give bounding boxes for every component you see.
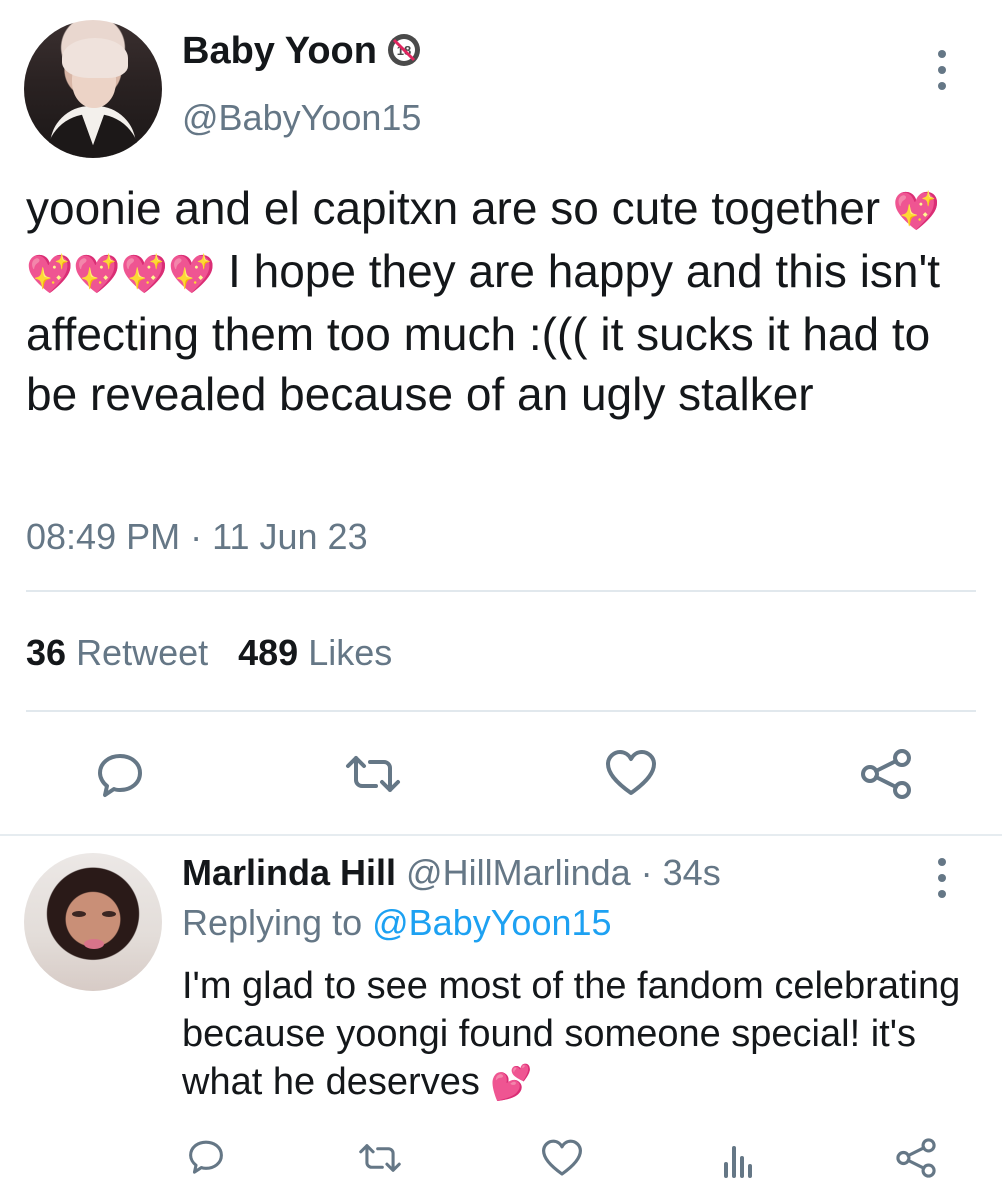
main-tweet-text: yoonie and el capitxn are so cute togeth… bbox=[26, 178, 986, 424]
reply-text-body: I'm glad to see most of the fandom celeb… bbox=[182, 965, 961, 1103]
replying-to-line: Replying to @BabyYoon15 bbox=[182, 902, 612, 944]
likes-stat[interactable]: 489 Likes bbox=[238, 632, 392, 673]
two-hearts-emoji-icon: 💕 bbox=[490, 1063, 533, 1103]
retweet-icon[interactable] bbox=[356, 1138, 404, 1178]
divider bbox=[26, 590, 976, 592]
like-icon[interactable] bbox=[540, 1138, 584, 1178]
retweet-count: 36 bbox=[26, 632, 67, 673]
more-options-icon[interactable] bbox=[930, 44, 954, 104]
reply-author-handle[interactable]: @HillMarlinda bbox=[406, 852, 631, 893]
tweet-time: 08:49 PM bbox=[26, 516, 181, 557]
reply-icon[interactable] bbox=[94, 748, 146, 800]
tweet-stats: 36 Retweet 489 Likes bbox=[26, 632, 392, 674]
reply-tweet-text: I'm glad to see most of the fandom celeb… bbox=[182, 962, 982, 1107]
like-icon[interactable] bbox=[604, 748, 658, 798]
replying-to-mention[interactable]: @BabyYoon15 bbox=[372, 902, 611, 943]
section-divider bbox=[0, 834, 1002, 836]
reply-separator: · bbox=[630, 852, 663, 893]
timestamp-separator: · bbox=[190, 516, 203, 557]
tweet-date: 11 Jun 23 bbox=[212, 516, 368, 557]
retweet-label: Retweet bbox=[76, 632, 209, 673]
main-author-name[interactable]: Baby Yoon bbox=[182, 30, 377, 73]
share-icon[interactable] bbox=[894, 1136, 938, 1180]
reply-header: Marlinda Hill @HillMarlinda · 34s bbox=[182, 852, 721, 894]
divider bbox=[26, 710, 976, 712]
reply-icon[interactable] bbox=[186, 1136, 226, 1176]
main-author-handle[interactable]: @BabyYoon15 bbox=[182, 97, 421, 139]
18-restricted-badge-icon: 18 bbox=[388, 34, 420, 66]
more-options-icon[interactable] bbox=[930, 852, 954, 912]
main-tweet-avatar[interactable] bbox=[24, 20, 162, 158]
tweet-text-part-1: yoonie and el capitxn are so cute togeth… bbox=[26, 182, 893, 234]
tweet-timestamp[interactable]: 08:49 PM · 11 Jun 23 bbox=[26, 516, 368, 558]
reply-age: 34s bbox=[662, 852, 721, 893]
reply-author-avatar[interactable] bbox=[24, 853, 162, 991]
analytics-icon[interactable] bbox=[718, 1136, 758, 1180]
retweet-stat[interactable]: 36 Retweet bbox=[26, 632, 208, 673]
likes-count: 489 bbox=[238, 632, 299, 673]
likes-label: Likes bbox=[308, 632, 393, 673]
replying-to-label: Replying to bbox=[182, 902, 363, 943]
reply-author-name[interactable]: Marlinda Hill bbox=[182, 852, 396, 893]
share-icon[interactable] bbox=[858, 746, 914, 802]
retweet-icon[interactable] bbox=[342, 748, 404, 800]
